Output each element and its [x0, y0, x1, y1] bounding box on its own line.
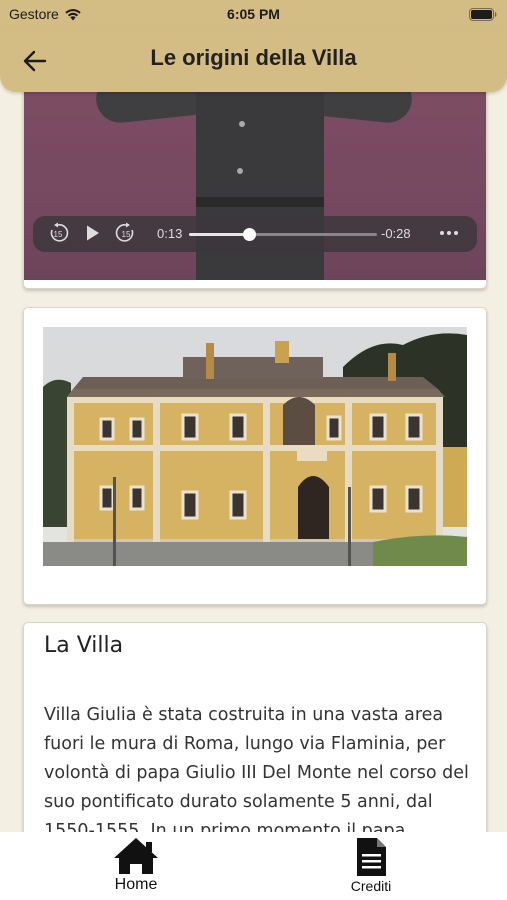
video-frame-button [237, 168, 243, 174]
document-icon [357, 838, 386, 876]
video-scrubber[interactable] [189, 228, 377, 241]
page-title: Le origini della Villa [150, 45, 357, 70]
skip-forward-seconds: 15 [122, 230, 131, 239]
tab-home[interactable]: Home [56, 832, 216, 900]
more-options-icon[interactable] [438, 228, 460, 238]
villa-giulia-photo [43, 327, 467, 566]
video-frame-button [239, 121, 245, 127]
video-controls: 15 15 0:13 -0:28 [33, 216, 477, 252]
tab-bar: Home Crediti [0, 832, 507, 900]
status-time: 6:05 PM [227, 6, 280, 22]
skip-forward-15-icon[interactable]: 15 [115, 222, 137, 244]
image-card [23, 307, 487, 605]
tab-credits[interactable]: Crediti [291, 832, 451, 900]
scroll-content[interactable]: 15 15 0:13 -0:28 La Villa Villa Giulia è… [0, 92, 507, 832]
section-title: La Villa [44, 633, 124, 658]
tab-home-label: Home [114, 876, 158, 893]
app-header: Le origini della Villa [0, 30, 507, 92]
scrubber-handle[interactable] [243, 228, 257, 241]
video-frame-belt [196, 197, 324, 207]
video-player[interactable]: 15 15 0:13 -0:28 [24, 92, 486, 280]
section-body: Villa Giulia è stata costruita in una va… [44, 705, 469, 832]
video-card: 15 15 0:13 -0:28 [23, 92, 487, 289]
home-icon [114, 838, 158, 874]
current-time: 0:13 [157, 226, 183, 241]
tab-credits-label: Crediti [350, 878, 392, 894]
remaining-time: -0:28 [381, 226, 411, 241]
status-bar: Gestore 6:05 PM [0, 0, 507, 30]
battery-icon [469, 8, 497, 21]
skip-back-seconds: 15 [54, 230, 63, 239]
play-icon[interactable] [81, 222, 103, 244]
scrubber-progress [189, 233, 250, 236]
skip-back-15-icon[interactable]: 15 [47, 222, 69, 244]
text-card: La Villa Villa Giulia è stata costruita … [23, 622, 487, 832]
